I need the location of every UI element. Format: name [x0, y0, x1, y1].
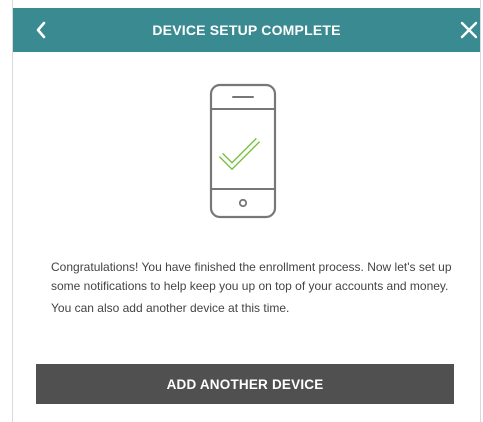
add-device-hint: You can also add another device at this … [51, 301, 290, 315]
phone-checkmark-icon [208, 82, 278, 220]
close-button[interactable] [456, 17, 482, 43]
page-title: DEVICE SETUP COMPLETE [152, 22, 341, 38]
header-bar: DEVICE SETUP COMPLETE [13, 8, 480, 52]
setup-complete-panel: DEVICE SETUP COMPLETE Congratulations! Y… [12, 0, 481, 422]
congratulations-text: Congratulations! You have finished the e… [51, 260, 452, 293]
add-another-device-button[interactable]: ADD ANOTHER DEVICE [36, 364, 454, 404]
phone-home-button [238, 198, 248, 208]
completion-message: Congratulations! You have finished the e… [51, 258, 456, 318]
close-icon [460, 21, 478, 39]
